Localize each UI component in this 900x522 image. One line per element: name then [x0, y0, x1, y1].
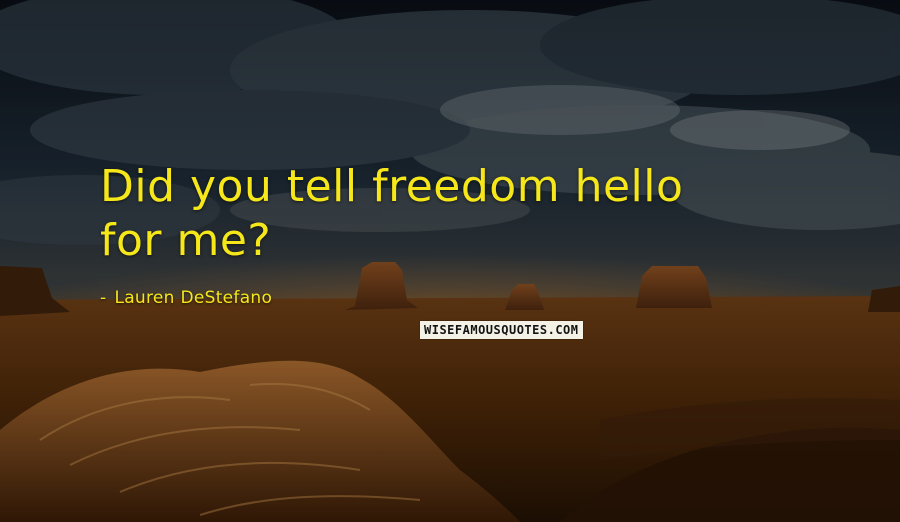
quote-author: - Lauren DeStefano [100, 286, 272, 310]
site-watermark: WISEFAMOUSQUOTES.COM [420, 321, 583, 339]
quote-line-1: Did you tell freedom hello [100, 161, 684, 212]
author-dash: - [100, 288, 107, 308]
quote-text: Did you tell freedom hello for me? [100, 160, 860, 268]
quote-line-2: for me? [100, 215, 272, 266]
author-name: Lauren DeStefano [114, 288, 273, 308]
quote-card: Did you tell freedom hello for me? - Laur… [0, 0, 900, 522]
